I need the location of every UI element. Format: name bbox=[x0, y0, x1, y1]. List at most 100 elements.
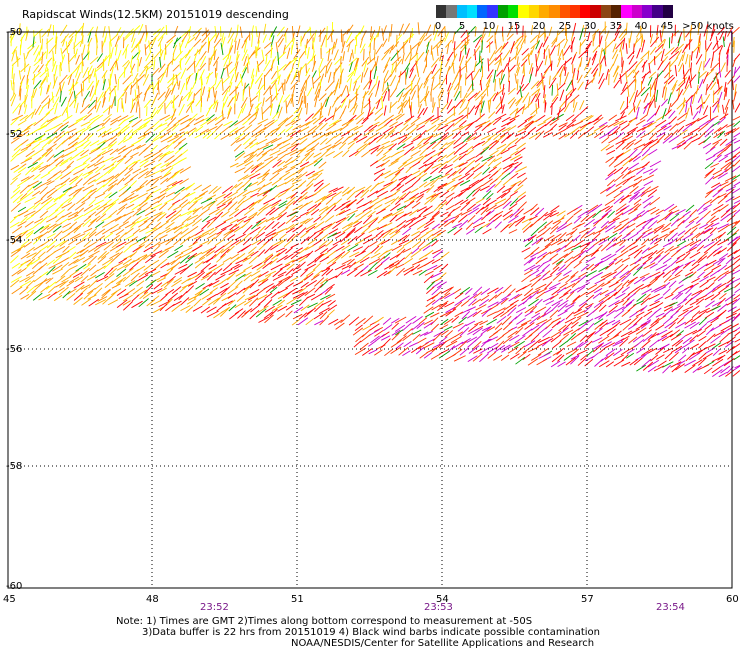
wind-barb bbox=[720, 62, 726, 72]
wind-barb bbox=[402, 142, 414, 149]
wind-barb bbox=[375, 75, 379, 86]
wind-barb bbox=[473, 171, 482, 180]
wind-barb bbox=[508, 144, 517, 150]
wind-barb bbox=[478, 298, 490, 307]
wind-barb bbox=[68, 91, 74, 103]
wind-barb bbox=[235, 280, 243, 288]
wind-barb bbox=[612, 126, 621, 135]
wind-barb bbox=[118, 293, 129, 299]
wind-barb bbox=[145, 51, 152, 62]
wind-barb bbox=[335, 322, 345, 330]
wind-barb bbox=[451, 74, 458, 86]
wind-barb bbox=[691, 257, 703, 267]
wind-barb bbox=[341, 149, 350, 158]
wind-barb bbox=[334, 251, 346, 260]
wind-barb bbox=[696, 244, 705, 252]
wind-barb bbox=[703, 367, 713, 375]
wind-barb bbox=[529, 315, 541, 325]
wind-barb bbox=[536, 358, 548, 366]
wind-barb bbox=[144, 41, 153, 50]
wind-barb bbox=[682, 43, 688, 54]
wind-barb bbox=[157, 277, 166, 283]
wind-barb bbox=[656, 133, 666, 143]
wind-barb bbox=[614, 173, 624, 183]
wind-barb bbox=[172, 199, 181, 205]
wind-barb bbox=[598, 239, 608, 246]
wind-barb bbox=[234, 208, 245, 217]
wind-barb bbox=[509, 64, 516, 72]
wind-barb bbox=[402, 227, 412, 236]
wind-barb bbox=[172, 64, 180, 72]
wind-barb bbox=[128, 116, 139, 123]
wind-barb bbox=[178, 95, 183, 108]
wind-barb bbox=[310, 293, 323, 301]
wind-barb bbox=[244, 160, 254, 167]
wind-barb bbox=[684, 228, 692, 235]
wind-barb bbox=[54, 64, 58, 77]
wind-barb bbox=[102, 104, 113, 114]
wind-barb bbox=[341, 222, 353, 230]
wind-barb bbox=[251, 25, 254, 35]
wind-barb bbox=[170, 94, 180, 104]
wind-barb bbox=[79, 245, 90, 254]
wind-barb bbox=[362, 251, 372, 259]
wind-barb bbox=[310, 274, 320, 281]
wind-barb bbox=[283, 94, 291, 103]
wind-barb bbox=[650, 354, 659, 362]
wind-barb bbox=[101, 221, 112, 228]
wind-barb bbox=[431, 118, 440, 125]
wind-barb bbox=[586, 309, 597, 317]
wind-barb bbox=[314, 253, 325, 263]
wind-barb bbox=[424, 249, 434, 257]
wind-barb bbox=[689, 321, 700, 329]
wind-barb bbox=[208, 185, 218, 195]
wind-barb bbox=[583, 67, 592, 79]
wind-barb bbox=[82, 177, 92, 186]
time-label: 23:52 bbox=[200, 602, 229, 613]
wind-barb bbox=[334, 203, 346, 212]
wind-barb bbox=[354, 250, 366, 258]
wind-barb bbox=[285, 304, 294, 311]
wind-barb bbox=[341, 259, 352, 265]
wind-barb bbox=[446, 151, 456, 158]
wind-barb bbox=[703, 204, 712, 210]
wind-barb bbox=[636, 293, 647, 302]
wind-barb bbox=[250, 187, 261, 193]
wind-barb bbox=[599, 296, 611, 306]
lon-label: 48 bbox=[146, 594, 159, 605]
wind-barb bbox=[143, 246, 154, 253]
wind-barb bbox=[508, 293, 520, 302]
wind-barb bbox=[48, 286, 56, 294]
wind-barb bbox=[460, 209, 472, 216]
wind-barb bbox=[642, 61, 646, 73]
wind-barb bbox=[724, 70, 731, 78]
wind-barb bbox=[598, 311, 608, 320]
wind-barb bbox=[516, 79, 519, 91]
wind-barb bbox=[726, 123, 735, 128]
wind-barb bbox=[682, 210, 691, 217]
wind-barb bbox=[453, 147, 461, 155]
wind-barb bbox=[619, 149, 631, 157]
wind-barb bbox=[447, 51, 454, 61]
wind-barb bbox=[667, 76, 676, 85]
wind-barb bbox=[46, 48, 49, 59]
wind-barb bbox=[369, 160, 379, 167]
wind-barb bbox=[606, 342, 616, 348]
wind-barb bbox=[439, 251, 450, 260]
wind-barb bbox=[585, 256, 596, 264]
wind-barb bbox=[649, 196, 661, 206]
wind-barb bbox=[248, 255, 259, 265]
wind-barb bbox=[411, 247, 420, 255]
wind-barb bbox=[548, 48, 551, 59]
wind-barb bbox=[670, 98, 679, 108]
wind-barb bbox=[608, 114, 618, 121]
wind-barb bbox=[713, 275, 722, 282]
wind-barb bbox=[717, 26, 726, 36]
wind-barb bbox=[123, 210, 135, 217]
wind-barb bbox=[270, 244, 279, 251]
wind-barb bbox=[321, 147, 332, 158]
wind-barb bbox=[46, 240, 57, 249]
wind-barb bbox=[590, 249, 599, 257]
wind-barb bbox=[234, 126, 245, 133]
wind-barb bbox=[734, 102, 740, 113]
